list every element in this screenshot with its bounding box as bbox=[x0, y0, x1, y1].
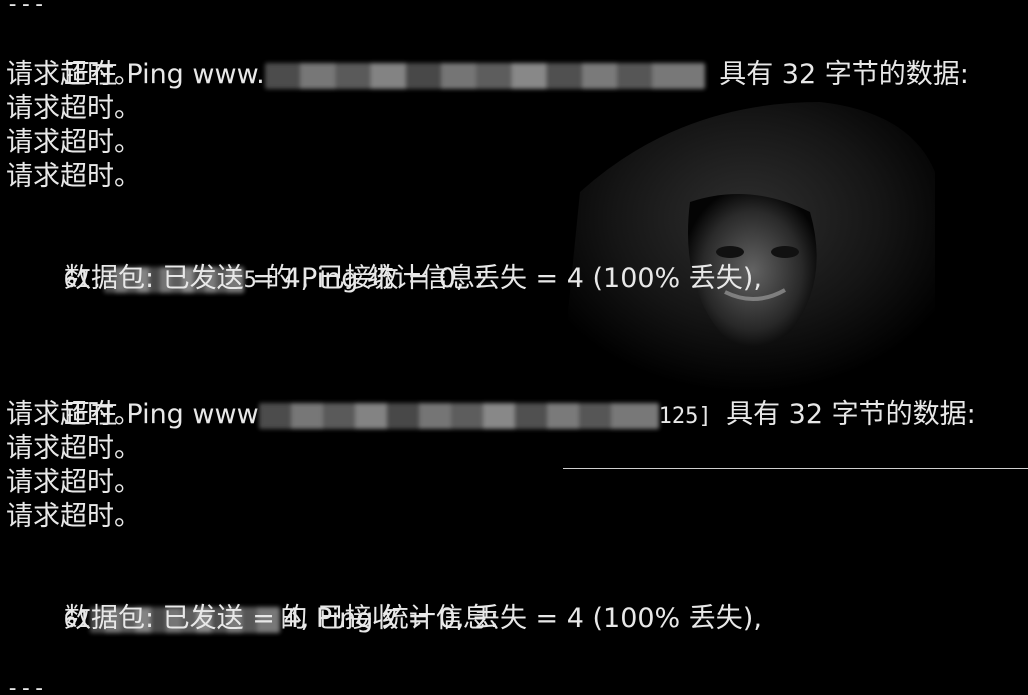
timeout-line: 请求超时。 bbox=[6, 59, 141, 90]
hooded-figure-background bbox=[560, 102, 935, 392]
timeout-line: 请求超时。 bbox=[6, 433, 141, 464]
timeout-line: 请求超时。 bbox=[6, 399, 141, 430]
stats-header-1: 61. 5 的 Ping 统计信息: bbox=[6, 228, 484, 294]
timeout-line: 请求超时。 bbox=[6, 467, 141, 498]
ping-mid-2: 125] bbox=[658, 404, 712, 429]
ping-header-1: 正在 Ping www. 具有 32 字节的数据: bbox=[6, 24, 969, 90]
timeout-line: 请求超时。 bbox=[6, 127, 141, 158]
ping-suffix-1: 具有 32 字节的数据: bbox=[719, 59, 969, 90]
divider-line bbox=[563, 468, 1028, 469]
bottom-separator: --- bbox=[6, 676, 46, 695]
console-window: --- 正在 Ping www. 具有 32 字节的数据: 请求超时。 请求超时… bbox=[0, 0, 1028, 695]
redacted-hostname-1 bbox=[264, 63, 705, 89]
top-separator: --- bbox=[6, 0, 46, 17]
ping-header-2: 正在 Ping www 125] 具有 32 字节的数据: bbox=[6, 364, 976, 430]
packets-summary-1: 数据包: 已发送 = 4, 已接收 = 0, 丢失 = 4 (100% 丢失), bbox=[64, 263, 762, 294]
stats-header-2: 61 的 Ping 统计信息: bbox=[6, 568, 499, 634]
ping-suffix-2: 具有 32 字节的数据: bbox=[726, 399, 976, 430]
packets-summary-2: 数据包: 已发送 = 4, 已接收 = 0, 丢失 = 4 (100% 丢失), bbox=[64, 603, 762, 634]
redacted-hostname-2 bbox=[258, 403, 659, 429]
timeout-line: 请求超时。 bbox=[6, 161, 141, 192]
timeout-line: 请求超时。 bbox=[6, 501, 141, 532]
timeout-line: 请求超时。 bbox=[6, 93, 141, 124]
